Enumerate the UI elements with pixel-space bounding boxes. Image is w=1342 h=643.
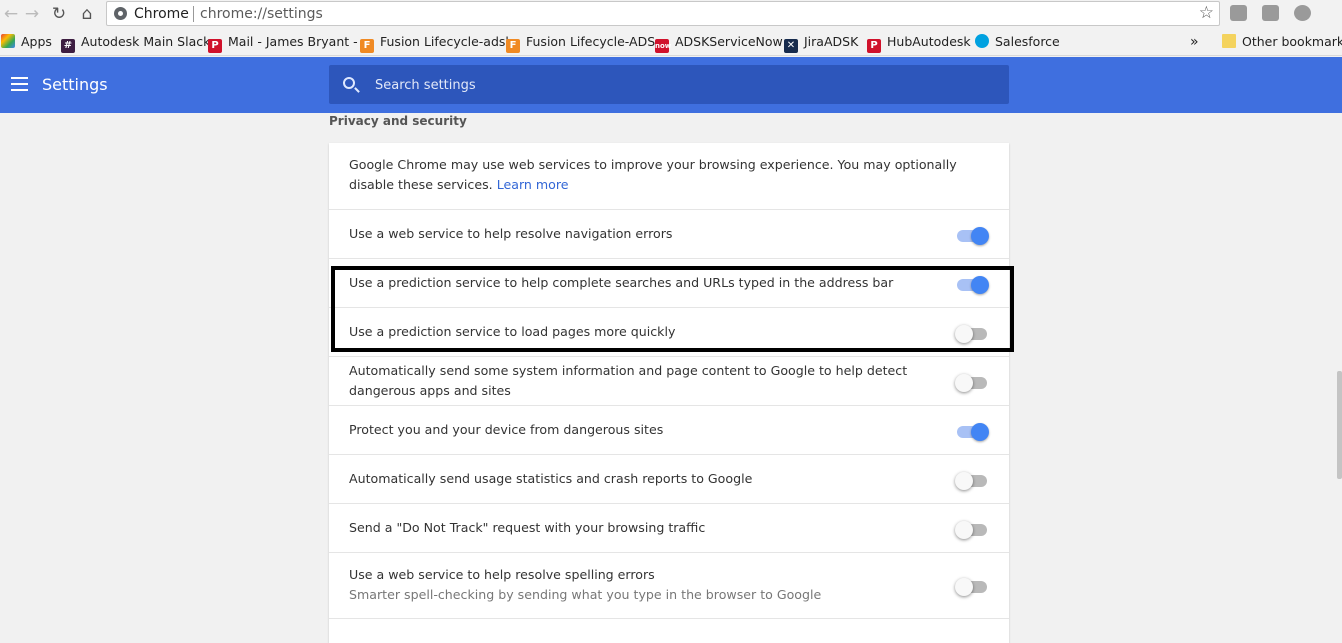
section-title: Privacy and security xyxy=(329,114,467,128)
do-not-track-toggle[interactable] xyxy=(955,519,991,539)
site-origin: Chrome xyxy=(134,6,189,22)
fusion-icon: F xyxy=(506,39,520,53)
setting-subtext: Smarter spell-checking by sending what y… xyxy=(349,587,822,602)
bookmark-fusion-2[interactable]: F Fusion Lifecycle-ADS xyxy=(506,34,656,53)
bookmark-star-icon[interactable]: ☆ xyxy=(1199,3,1214,23)
settings-search[interactable] xyxy=(329,65,1009,104)
privacy-settings-card: Google Chrome may use web services to im… xyxy=(329,143,1009,643)
setting-row-usage-statistics: Automatically send usage statistics and … xyxy=(329,454,1009,503)
jira-icon: ✕ xyxy=(784,39,798,53)
dangerous-sites-toggle[interactable] xyxy=(955,421,991,441)
usage-statistics-toggle[interactable] xyxy=(955,470,991,490)
bookmark-label: Fusion Lifecycle-adsk xyxy=(380,34,513,49)
bookmark-label: Salesforce xyxy=(995,34,1060,49)
hamburger-menu-icon[interactable] xyxy=(11,77,28,91)
setting-row-do-not-track: Send a "Do Not Track" request with your … xyxy=(329,503,1009,552)
setting-label: Protect you and your device from dangero… xyxy=(349,422,664,437)
page-scrollbar[interactable] xyxy=(1335,114,1342,635)
bookmark-apps[interactable]: Apps xyxy=(1,34,52,50)
navigation-errors-toggle[interactable] xyxy=(955,225,991,245)
bookmark-fusion-1[interactable]: F Fusion Lifecycle-adsk xyxy=(360,34,513,53)
bookmark-mail[interactable]: P Mail - James Bryant - xyxy=(208,34,358,53)
bookmark-label: Apps xyxy=(21,34,52,49)
bookmark-slack[interactable]: # Autodesk Main Slack xyxy=(61,34,211,53)
extension-icon[interactable] xyxy=(1262,5,1279,21)
settings-header: Settings xyxy=(0,57,1342,113)
privacy-intro: Google Chrome may use web services to im… xyxy=(349,155,989,195)
address-bar[interactable]: Chrome chrome://settings ☆ xyxy=(106,1,1220,26)
setting-text: Use a web service to help resolve spelli… xyxy=(349,565,934,605)
setting-label: Use a web service to help resolve naviga… xyxy=(349,226,673,241)
bookmark-label: HubAutodesk xyxy=(887,34,971,49)
fusion-icon: F xyxy=(360,39,374,53)
safe-browsing-report-toggle[interactable] xyxy=(955,372,991,392)
reload-icon[interactable]: ↻ xyxy=(48,3,70,25)
bookmarks-overflow-icon[interactable]: » xyxy=(1190,34,1199,50)
apps-grid-icon xyxy=(1,34,15,48)
search-input[interactable] xyxy=(375,75,985,95)
setting-row-spelling-errors: Use a web service to help resolve spelli… xyxy=(329,552,1009,618)
highlight-box xyxy=(331,266,1014,352)
forward-arrow-icon[interactable]: → xyxy=(21,3,43,25)
bookmark-label: Fusion Lifecycle-ADS xyxy=(526,34,656,49)
bookmark-jira[interactable]: ✕ JiraADSK xyxy=(784,34,859,53)
setting-label: Use a web service to help resolve spelli… xyxy=(349,567,655,582)
address-url[interactable]: chrome://settings xyxy=(200,6,323,22)
bookmark-label: JiraADSK xyxy=(804,34,859,49)
home-icon[interactable]: ⌂ xyxy=(76,3,98,25)
bookmark-label: Autodesk Main Slack xyxy=(81,34,211,49)
folder-icon xyxy=(1222,34,1236,48)
learn-more-link[interactable]: Learn more xyxy=(497,177,569,192)
cloud-icon xyxy=(975,34,989,48)
page-title: Settings xyxy=(42,75,108,94)
bookmark-salesforce[interactable]: Salesforce xyxy=(975,34,1060,50)
back-arrow-icon[interactable]: ← xyxy=(0,3,22,25)
setting-row-navigation-errors: Use a web service to help resolve naviga… xyxy=(329,209,1009,258)
bookmarks-bar: Apps # Autodesk Main Slack P Mail - James … xyxy=(0,28,1342,56)
now-icon: now xyxy=(655,39,671,53)
bookmark-label: Mail - James Bryant - xyxy=(228,34,358,49)
setting-label: Automatically send usage statistics and … xyxy=(349,471,753,486)
setting-row-dangerous-sites: Protect you and your device from dangero… xyxy=(329,405,1009,454)
intro-text: Google Chrome may use web services to im… xyxy=(349,157,957,192)
address-separator xyxy=(193,6,194,22)
setting-label: Automatically send some system informati… xyxy=(349,363,908,398)
bookmark-label: Other bookmarks xyxy=(1242,34,1342,49)
extension-icon[interactable] xyxy=(1230,5,1247,21)
next-setting-row xyxy=(329,618,1009,643)
search-icon xyxy=(343,77,355,89)
setting-label: Send a "Do Not Track" request with your … xyxy=(349,520,706,535)
hash-icon: # xyxy=(61,39,75,53)
spelling-errors-toggle[interactable] xyxy=(955,576,991,596)
hub-icon: P xyxy=(867,39,881,53)
chrome-site-icon xyxy=(114,7,127,20)
bookmark-hub[interactable]: P HubAutodesk xyxy=(867,34,971,53)
bookmark-servicenow[interactable]: now ADSKServiceNow xyxy=(655,34,783,53)
bookmark-label: ADSKServiceNow xyxy=(675,34,783,49)
bookmark-other[interactable]: Other bookmarks xyxy=(1222,34,1342,50)
scrollbar-thumb[interactable] xyxy=(1337,371,1342,479)
setting-row-safe-browsing-report: Automatically send some system informati… xyxy=(329,356,1009,405)
extension-icon[interactable] xyxy=(1294,5,1311,21)
mail-icon: P xyxy=(208,39,222,53)
browser-toolbar: ← → ↻ ⌂ Chrome chrome://settings ☆ xyxy=(0,0,1342,28)
